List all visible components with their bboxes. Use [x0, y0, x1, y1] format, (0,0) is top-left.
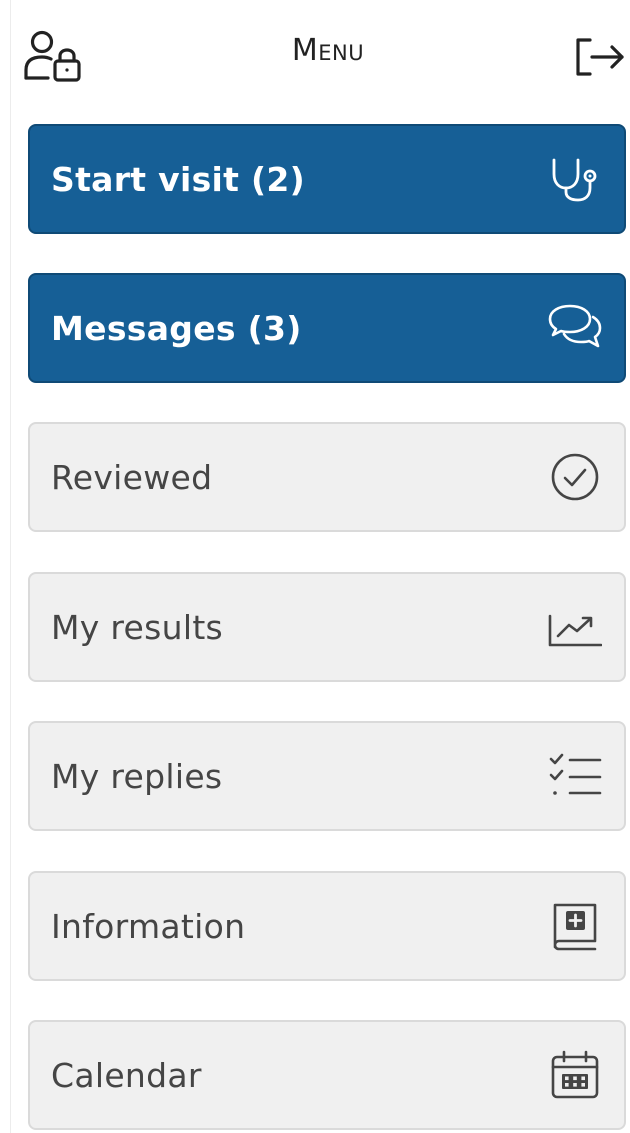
information-button[interactable]: Information: [28, 871, 626, 981]
menu-item-label: Messages (3): [51, 308, 302, 348]
page-title: Menu: [291, 33, 365, 68]
check-circle-icon: [551, 453, 599, 501]
checklist-icon: [549, 753, 602, 795]
menu-item-label: My results: [51, 607, 224, 647]
calendar-icon: [551, 1050, 599, 1099]
menu-item-label: Calendar: [51, 1055, 202, 1095]
header-bar: Menu: [0, 0, 630, 115]
menu-item-label: Information: [51, 906, 246, 946]
trend-chart-icon: [548, 614, 602, 647]
my-replies-button[interactable]: My replies: [28, 721, 626, 831]
reviewed-button[interactable]: Reviewed: [28, 422, 626, 532]
logout-icon[interactable]: [574, 36, 626, 78]
calendar-button[interactable]: Calendar: [28, 1020, 626, 1130]
menu-item-label: Reviewed: [51, 457, 213, 497]
left-divider: [10, 0, 11, 1133]
messages-button[interactable]: Messages (3): [28, 273, 626, 383]
start-visit-button[interactable]: Start visit (2): [28, 124, 626, 234]
stethoscope-icon: [552, 158, 597, 202]
chat-bubbles-icon: [548, 304, 602, 348]
menu-item-label: Start visit (2): [51, 159, 306, 199]
menu-item-label: My replies: [51, 756, 223, 796]
medical-book-icon: [553, 903, 597, 951]
my-results-button[interactable]: My results: [28, 572, 626, 682]
